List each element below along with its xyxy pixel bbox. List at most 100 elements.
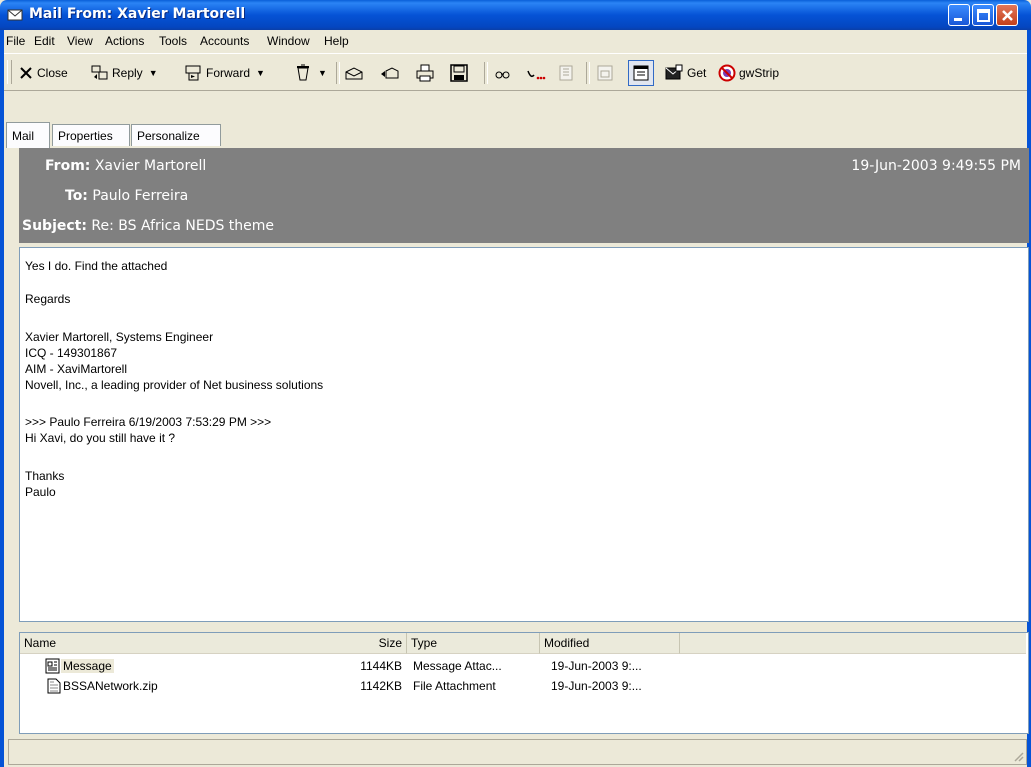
from-row: From: Xavier Martorell <box>45 158 206 174</box>
menu-accounts[interactable]: Accounts <box>200 34 249 48</box>
from-label: From: <box>45 158 91 174</box>
message-icon <box>45 658 60 674</box>
window-title: Mail From: Xavier Martorell <box>29 6 246 22</box>
properties-icon <box>597 65 613 81</box>
attachment-type: File Attachment <box>413 679 496 693</box>
attachment-name: Message <box>61 659 114 673</box>
get-label: Get <box>687 66 707 80</box>
tab-strip: Mail Properties Personalize <box>4 120 1027 148</box>
menu-actions[interactable]: Actions <box>105 34 144 48</box>
trash-icon <box>297 64 309 81</box>
toolbar-grip[interactable] <box>7 60 12 84</box>
toolbar-separator <box>484 62 488 84</box>
preview-view-button[interactable] <box>628 60 654 86</box>
notes-icon <box>559 65 573 81</box>
close-x-icon <box>20 67 32 79</box>
body-line: Paulo <box>25 485 56 499</box>
from-value: Xavier Martorell <box>94 158 207 174</box>
reply-label: Reply <box>112 66 143 80</box>
delete-button[interactable]: ▼ <box>294 63 327 83</box>
binoculars-icon <box>495 71 510 79</box>
gwstrip-icon <box>718 64 736 82</box>
to-value: Paulo Ferreira <box>92 188 189 204</box>
body-line: Yes I do. Find the attached <box>25 259 168 273</box>
menu-tools[interactable]: Tools <box>159 34 187 48</box>
menu-window[interactable]: Window <box>267 34 310 48</box>
body-line: AIM - XaviMartorell <box>25 362 128 376</box>
close-message-button[interactable]: Close <box>18 63 68 83</box>
gwstrip-label: gwStrip <box>739 66 780 80</box>
open-envelope-icon <box>345 67 363 80</box>
attachment-modified: 19-Jun-2003 9:... <box>551 659 642 673</box>
sign-button[interactable] <box>526 63 546 83</box>
body-line: Xavier Martorell, Systems Engineer <box>25 330 214 344</box>
forward-dropdown-icon[interactable]: ▼ <box>256 68 265 78</box>
attachment-list: Name Size Type Modified Message 1144KB M… <box>19 632 1029 734</box>
toolbar: Close Reply ▼ Forward ▼ ▼ Get gwStrip <box>4 53 1027 91</box>
attachment-size: 1144KB <box>360 659 402 673</box>
reply-icon <box>91 65 108 80</box>
menu-file[interactable]: File <box>6 34 25 48</box>
tab-personalize[interactable]: Personalize <box>131 124 221 146</box>
mail-app-icon <box>7 9 23 21</box>
tab-properties[interactable]: Properties <box>52 124 130 146</box>
minimize-button[interactable] <box>948 4 970 26</box>
forward-icon <box>185 65 201 81</box>
body-line: Novell, Inc., a leading provider of Net … <box>25 378 324 392</box>
tab-mail[interactable]: Mail <box>6 122 50 148</box>
subject-row: Subject: Re: BS Africa NEDS theme <box>22 218 274 234</box>
printer-icon <box>416 64 434 82</box>
message-body[interactable]: Yes I do. Find the attached Regards Xavi… <box>19 247 1029 622</box>
column-header-modified[interactable]: Modified <box>540 633 680 654</box>
subject-value: Re: BS Africa NEDS theme <box>91 218 275 234</box>
to-label: To: <box>65 188 88 204</box>
attachment-type: Message Attac... <box>413 659 502 673</box>
menu-help[interactable]: Help <box>324 34 349 48</box>
close-icon <box>1002 10 1013 21</box>
body-line: ICQ - 149301867 <box>25 346 118 360</box>
properties-view-button[interactable] <box>596 63 614 83</box>
previous-message-button[interactable] <box>380 63 400 83</box>
minimize-icon <box>954 18 962 21</box>
signature-icon <box>527 70 546 80</box>
floppy-disk-icon <box>450 64 468 82</box>
zip-file-icon <box>47 678 61 694</box>
column-header-size[interactable]: Size <box>368 633 407 654</box>
get-mail-button[interactable]: Get <box>664 63 706 83</box>
get-mail-icon <box>665 64 683 80</box>
forward-label: Forward <box>206 66 251 80</box>
find-button[interactable] <box>494 63 512 83</box>
close-window-button[interactable] <box>996 4 1018 26</box>
save-button[interactable] <box>450 63 468 83</box>
body-line: >>> Paulo Ferreira 6/19/2003 7:53:29 PM … <box>25 415 272 429</box>
maximize-icon <box>977 9 990 22</box>
attachment-size: 1142KB <box>360 679 402 693</box>
menu-bar: File Edit View Actions Tools Accounts Wi… <box>4 30 1027 52</box>
notes-button[interactable] <box>557 63 575 83</box>
print-button[interactable] <box>416 63 434 83</box>
title-bar[interactable]: Mail From: Xavier Martorell <box>0 0 1031 30</box>
toolbar-separator <box>336 62 340 84</box>
menu-edit[interactable]: Edit <box>34 34 55 48</box>
open-envelope-button[interactable] <box>344 63 364 83</box>
column-header-filler <box>680 633 1026 654</box>
to-row: To: Paulo Ferreira <box>65 188 188 204</box>
maximize-button[interactable] <box>972 4 994 26</box>
toolbar-separator <box>586 62 590 84</box>
close-label: Close <box>37 66 68 80</box>
forward-button[interactable]: Forward ▼ <box>185 63 265 83</box>
status-bar <box>8 739 1027 765</box>
size-grip-icon[interactable] <box>1012 750 1024 762</box>
envelope-back-icon <box>381 67 399 79</box>
message-header: From: Xavier Martorell 19-Jun-2003 9:49:… <box>19 148 1029 243</box>
menu-view[interactable]: View <box>67 34 93 48</box>
gwstrip-button[interactable]: gwStrip <box>718 63 779 83</box>
reply-button[interactable]: Reply ▼ <box>91 63 158 83</box>
attachment-name: BSSANetwork.zip <box>63 679 158 693</box>
reply-dropdown-icon[interactable]: ▼ <box>149 68 158 78</box>
body-line: Regards <box>25 292 71 306</box>
delete-dropdown-icon[interactable]: ▼ <box>318 68 327 78</box>
column-header-name[interactable]: Name <box>20 633 407 654</box>
column-header-type[interactable]: Type <box>407 633 540 654</box>
subject-label: Subject: <box>22 218 87 234</box>
